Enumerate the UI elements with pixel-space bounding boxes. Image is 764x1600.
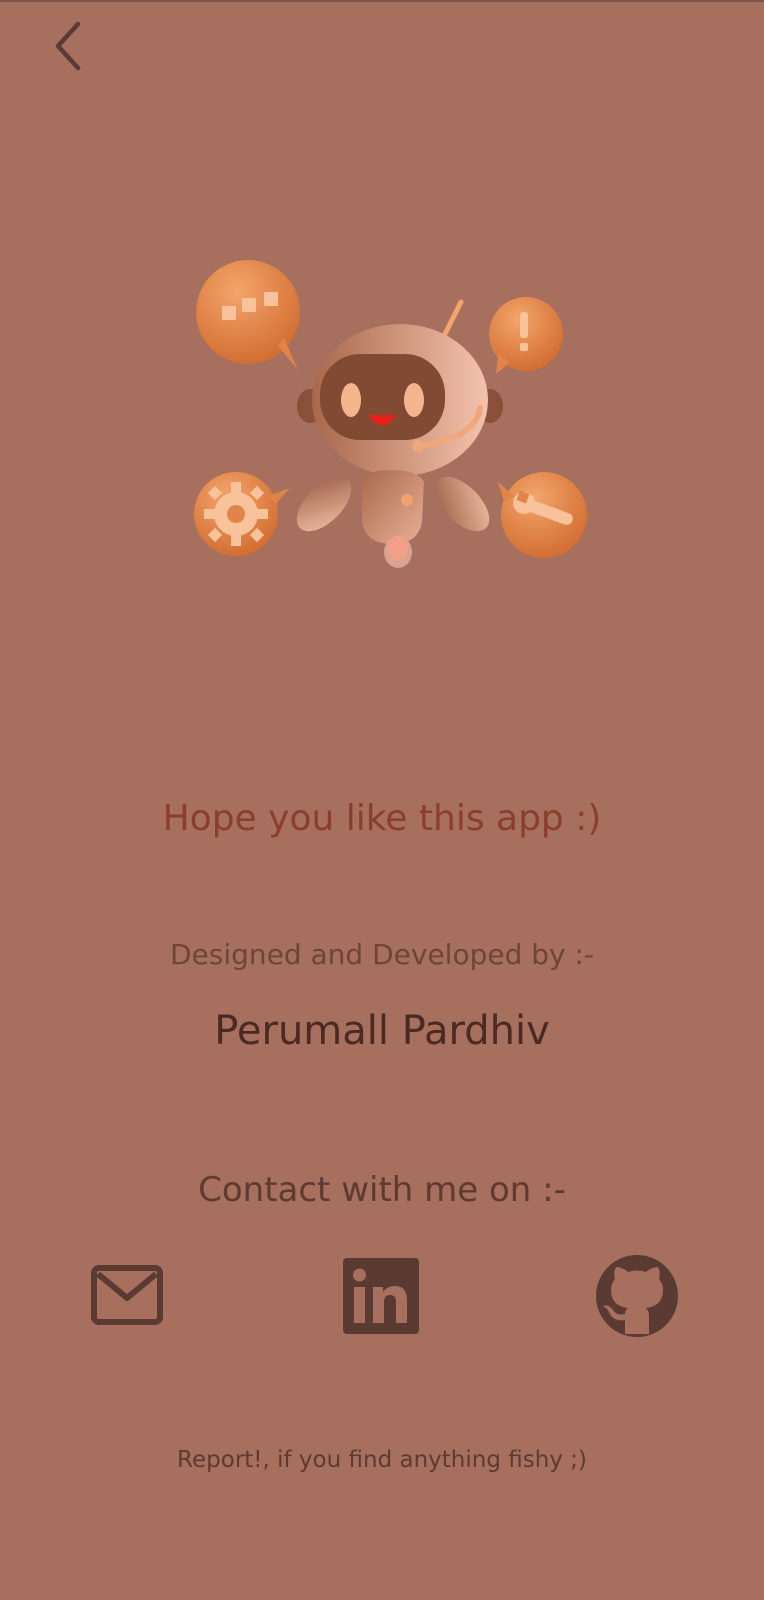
developer-name: Perumall Pardhiv <box>214 1008 550 1054</box>
report-message: Report!, if you find anything fishy ;) <box>177 1447 587 1473</box>
back-button[interactable] <box>40 14 96 78</box>
mail-icon[interactable] <box>90 1264 164 1326</box>
linkedin-icon[interactable] <box>343 1258 419 1334</box>
chevron-left-icon <box>55 21 81 71</box>
github-icon[interactable] <box>595 1254 679 1338</box>
designed-by-label: Designed and Developed by :- <box>169 938 595 971</box>
wrench-bubble-icon <box>498 472 587 558</box>
contact-label: Contact with me on :- <box>198 1170 566 1210</box>
hope-message: Hope you like this app :) <box>162 798 602 839</box>
alert-bubble-icon <box>489 297 563 374</box>
status-divider <box>0 0 764 2</box>
gear-bubble-icon <box>194 472 290 556</box>
chat-bubble-icon <box>196 260 300 370</box>
robot-assistant-icon <box>194 260 587 568</box>
